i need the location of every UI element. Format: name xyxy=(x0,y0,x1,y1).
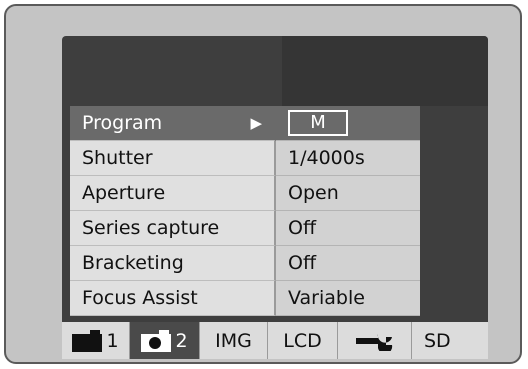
menu-row-value[interactable]: Off xyxy=(276,211,420,246)
menu-row-label: Shutter xyxy=(70,141,276,176)
camera-icon xyxy=(72,329,103,352)
tab-img[interactable]: IMG xyxy=(200,322,268,359)
tab-camera-1[interactable]: 1 xyxy=(62,322,130,359)
menu-row-bracketing[interactable]: Bracketing Off xyxy=(70,246,420,281)
camera-bezel: Program ▶ M Shutter 1/4000s Aperture Ope… xyxy=(4,4,522,364)
camera-icon xyxy=(141,329,172,352)
settings-menu: Program ▶ M Shutter 1/4000s Aperture Ope… xyxy=(70,106,420,316)
menu-row-program[interactable]: Program ▶ M xyxy=(70,106,420,141)
wrench-icon xyxy=(355,331,394,351)
tab-camera-2[interactable]: 2 xyxy=(130,322,200,359)
tab-setup[interactable] xyxy=(338,322,412,359)
screen-shade xyxy=(282,36,488,106)
menu-row-value[interactable]: M xyxy=(276,106,420,141)
program-label: Program xyxy=(82,112,163,134)
menu-row-focus-assist[interactable]: Focus Assist Variable xyxy=(70,281,420,316)
menu-row-aperture[interactable]: Aperture Open xyxy=(70,176,420,211)
menu-row-value[interactable]: 1/4000s xyxy=(276,141,420,176)
menu-row-shutter[interactable]: Shutter 1/4000s xyxy=(70,141,420,176)
menu-row-label: Aperture xyxy=(70,176,276,211)
menu-row-label: Focus Assist xyxy=(70,281,276,316)
lcd-screen: Program ▶ M Shutter 1/4000s Aperture Ope… xyxy=(62,36,488,359)
submenu-arrow-icon: ▶ xyxy=(250,114,262,132)
menu-row-value[interactable]: Variable xyxy=(276,281,420,316)
tab-sd[interactable]: SD xyxy=(412,322,488,359)
menu-row-value[interactable]: Open xyxy=(276,176,420,211)
menu-row-value[interactable]: Off xyxy=(276,246,420,281)
menu-row-label: Bracketing xyxy=(70,246,276,281)
tab-lcd[interactable]: LCD xyxy=(268,322,338,359)
menu-row-series-capture[interactable]: Series capture Off xyxy=(70,211,420,246)
tab-label: 2 xyxy=(175,329,188,352)
tab-label: 1 xyxy=(106,329,119,352)
menu-row-label: Series capture xyxy=(70,211,276,246)
menu-row-label: Program ▶ xyxy=(70,106,276,141)
program-value-box[interactable]: M xyxy=(288,110,348,136)
menu-tabs: 1 2 IMG LCD SD xyxy=(62,322,488,359)
